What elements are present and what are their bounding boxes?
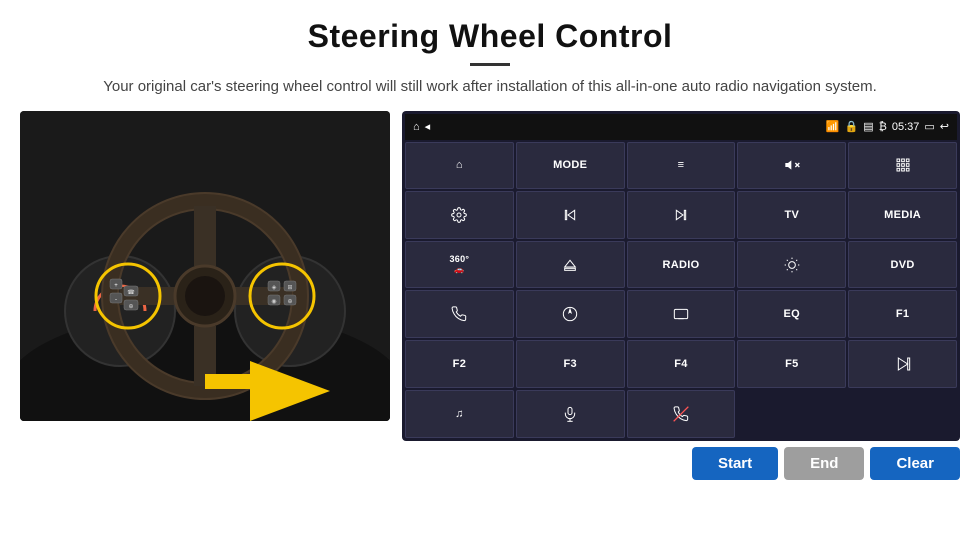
control-panel: ⌂ ◂ 📶 🔒 ▤ ₿ 05:37 ▭ ↩ ⌂ MODE ≡ — [402, 111, 960, 441]
status-right-icons: 📶 🔒 ▤ ₿ 05:37 ▭ ↩ — [826, 120, 949, 133]
svg-text:-: - — [115, 297, 117, 303]
time-display: 05:37 — [892, 121, 920, 133]
eject-button[interactable] — [516, 241, 625, 289]
header-subtitle: Your original car's steering wheel contr… — [40, 76, 940, 99]
music-button[interactable]: ♫ — [405, 390, 514, 438]
nav-icon: ◂ — [425, 120, 431, 133]
f4-button[interactable]: F4 — [627, 340, 736, 388]
steering-wheel-image: + - ☎ ⊕ ◈ ⊞ ◉ ⊕ — [20, 111, 390, 421]
svg-text:☎: ☎ — [127, 289, 135, 296]
menu-button[interactable]: ≡ — [627, 142, 736, 190]
navigation-button[interactable] — [516, 290, 625, 338]
bottom-bar: Start End Clear — [0, 441, 980, 486]
play-pause-button[interactable] — [848, 340, 957, 388]
f2-button[interactable]: F2 — [405, 340, 514, 388]
dvd-button[interactable]: DVD — [848, 241, 957, 289]
empty-2 — [848, 390, 957, 438]
media-button[interactable]: MEDIA — [848, 191, 957, 239]
next-button[interactable] — [627, 191, 736, 239]
clear-button[interactable]: Clear — [870, 447, 960, 480]
window-icon: ▭ — [924, 120, 934, 133]
screen-button[interactable] — [627, 290, 736, 338]
tv-button[interactable]: TV — [737, 191, 846, 239]
end-button[interactable]: End — [784, 447, 864, 480]
title-divider — [470, 63, 510, 66]
back-icon: ↩ — [940, 120, 949, 133]
microphone-button[interactable] — [516, 390, 625, 438]
sim-icon: ▤ — [863, 120, 873, 133]
button-grid: ⌂ MODE ≡ TV MEDIA 360°🚗 — [405, 142, 957, 438]
content-area: + - ☎ ⊕ ◈ ⊞ ◉ ⊕ ⌂ — [0, 111, 980, 441]
phone-button[interactable] — [405, 290, 514, 338]
svg-text:⊞: ⊞ — [287, 285, 292, 291]
360-button[interactable]: 360°🚗 — [405, 241, 514, 289]
prev-button[interactable] — [516, 191, 625, 239]
status-left-icons: ⌂ ◂ — [413, 120, 430, 133]
f1-button[interactable]: F1 — [848, 290, 957, 338]
settings-button[interactable] — [405, 191, 514, 239]
page-title: Steering Wheel Control — [40, 18, 940, 55]
eq-button[interactable]: EQ — [737, 290, 846, 338]
home-button[interactable]: ⌂ — [405, 142, 514, 190]
header-section: Steering Wheel Control Your original car… — [0, 0, 980, 111]
lock-icon: 🔒 — [845, 120, 859, 133]
svg-text:◈: ◈ — [272, 285, 277, 291]
brightness-button[interactable] — [737, 241, 846, 289]
svg-text:+: + — [114, 283, 118, 289]
hangup-button[interactable] — [627, 390, 736, 438]
f5-button[interactable]: F5 — [737, 340, 846, 388]
wifi-icon: 📶 — [826, 120, 840, 133]
empty-1 — [737, 390, 846, 438]
home-status-icon: ⌂ — [413, 121, 420, 133]
apps-button[interactable] — [848, 142, 957, 190]
mute-button[interactable] — [737, 142, 846, 190]
svg-text:⊕: ⊕ — [128, 304, 133, 310]
status-bar: ⌂ ◂ 📶 🔒 ▤ ₿ 05:37 ▭ ↩ — [405, 114, 957, 140]
radio-button[interactable]: RADIO — [627, 241, 736, 289]
svg-text:◉: ◉ — [271, 299, 276, 305]
bluetooth-icon: ₿ — [879, 121, 887, 133]
f3-button[interactable]: F3 — [516, 340, 625, 388]
mode-button[interactable]: MODE — [516, 142, 625, 190]
svg-text:⊕: ⊕ — [287, 299, 292, 305]
start-button[interactable]: Start — [692, 447, 778, 480]
